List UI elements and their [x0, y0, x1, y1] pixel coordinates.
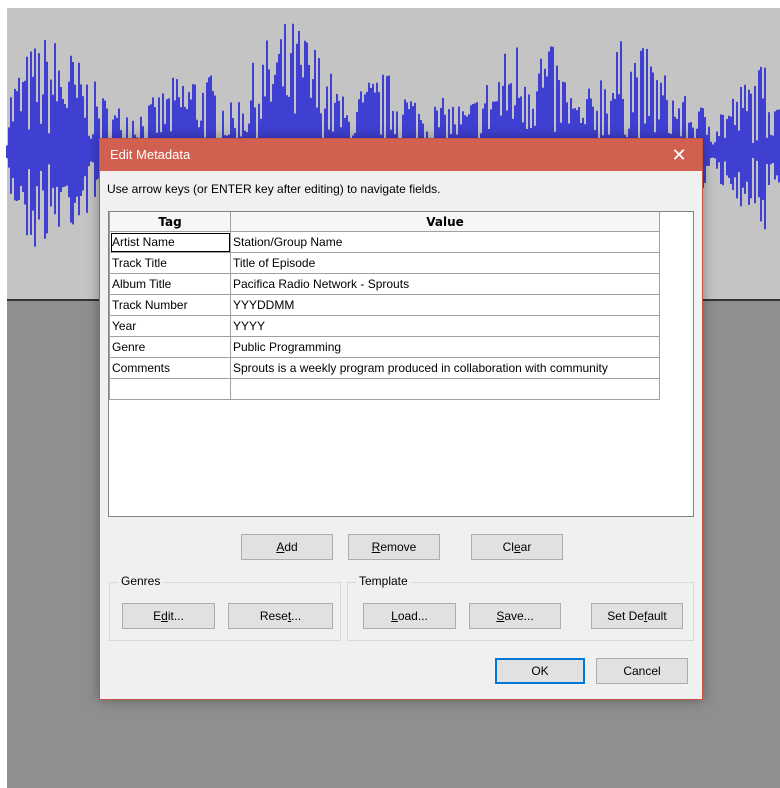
- tag-cell[interactable]: [109, 378, 231, 400]
- column-header-value[interactable]: Value: [230, 212, 660, 232]
- value-cell[interactable]: Title of Episode: [230, 252, 660, 274]
- remove-button[interactable]: Remove: [348, 534, 440, 560]
- save-template-button[interactable]: Save...: [469, 603, 561, 629]
- table-row: Album Title Pacifica Radio Network - Spr…: [109, 273, 660, 295]
- genres-group: Genres Edit... Reset...: [109, 574, 341, 641]
- tag-cell[interactable]: Track Title: [109, 252, 231, 274]
- reset-genres-button[interactable]: Reset...: [228, 603, 333, 629]
- table-row: Artist Name Station/Group Name: [109, 231, 660, 253]
- table-row: Comments Sprouts is a weekly program pro…: [109, 357, 660, 379]
- value-cell[interactable]: Station/Group Name: [230, 231, 660, 253]
- template-label: Template: [356, 574, 411, 588]
- dialog-title-bar[interactable]: Edit Metadata ✕: [100, 139, 702, 171]
- edit-metadata-dialog: Edit Metadata ✕ Use arrow keys (or ENTER…: [99, 138, 703, 700]
- instructions-text: Use arrow keys (or ENTER key after editi…: [107, 182, 441, 196]
- load-template-button[interactable]: Load...: [363, 603, 456, 629]
- value-cell[interactable]: YYYDDMM: [230, 294, 660, 316]
- tag-cell[interactable]: Artist Name: [109, 231, 231, 253]
- tag-cell[interactable]: Year: [109, 315, 231, 337]
- value-cell[interactable]: YYYY: [230, 315, 660, 337]
- ok-button[interactable]: OK: [495, 658, 585, 684]
- table-row: Year YYYY: [109, 315, 660, 337]
- close-icon[interactable]: ✕: [656, 139, 702, 171]
- metadata-table: Tag Value Artist Name Station/Group Name…: [109, 212, 660, 400]
- table-row: Genre Public Programming: [109, 336, 660, 358]
- tag-cell[interactable]: Genre: [109, 336, 231, 358]
- value-cell[interactable]: Pacifica Radio Network - Sprouts: [230, 273, 660, 295]
- table-row: Track Title Title of Episode: [109, 252, 660, 274]
- value-cell[interactable]: [230, 378, 660, 400]
- table-row: Track Number YYYDDMM: [109, 294, 660, 316]
- edit-genres-button[interactable]: Edit...: [122, 603, 215, 629]
- column-header-tag[interactable]: Tag: [109, 212, 231, 232]
- tag-cell[interactable]: Album Title: [109, 273, 231, 295]
- clear-button[interactable]: Clear: [471, 534, 563, 560]
- tag-cell[interactable]: Comments: [109, 357, 231, 379]
- add-button[interactable]: Add: [241, 534, 333, 560]
- set-default-button[interactable]: Set Default: [591, 603, 683, 629]
- value-cell[interactable]: Sprouts is a weekly program produced in …: [230, 357, 660, 379]
- metadata-grid[interactable]: Tag Value Artist Name Station/Group Name…: [108, 211, 694, 517]
- genres-label: Genres: [118, 574, 164, 588]
- tag-cell[interactable]: Track Number: [109, 294, 231, 316]
- table-row: [109, 378, 660, 400]
- cancel-button[interactable]: Cancel: [596, 658, 688, 684]
- value-cell[interactable]: Public Programming: [230, 336, 660, 358]
- dialog-title: Edit Metadata: [110, 147, 191, 162]
- template-group: Template Load... Save... Set Default: [347, 574, 694, 641]
